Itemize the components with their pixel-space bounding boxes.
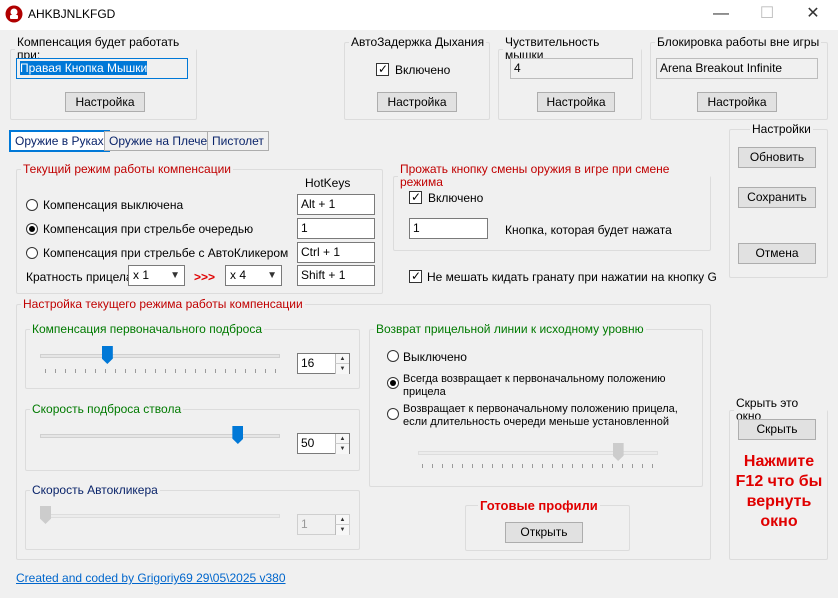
tab-weapon-on-shoulder[interactable]: Оружие на Плече bbox=[104, 131, 213, 151]
autoclicker-speed-track bbox=[40, 514, 280, 518]
refresh-button[interactable]: Обновить bbox=[738, 147, 816, 168]
app-icon bbox=[5, 5, 23, 23]
weapon-switch-label: Включено bbox=[428, 191, 484, 205]
scope-from-select[interactable]: x 1 ▼ bbox=[128, 265, 185, 286]
window-title: AHKBJNLKFGD bbox=[28, 7, 116, 21]
chevron-down-icon: ▼ bbox=[170, 270, 180, 281]
spin-down-icon: ▼ bbox=[335, 525, 349, 535]
scope-multiplier-label: Кратность прицела bbox=[26, 270, 133, 284]
barrel-speed-spinner[interactable]: 50 ▲ ▼ bbox=[297, 433, 350, 454]
mode-off-label: Компенсация выключена bbox=[43, 198, 184, 212]
return-conditional-radio[interactable] bbox=[387, 408, 399, 420]
initial-recoil-spinner[interactable]: 16 ▲ ▼ bbox=[297, 353, 350, 374]
spin-up-icon[interactable]: ▲ bbox=[335, 354, 349, 364]
profiles-legend: Готовые профили bbox=[480, 498, 598, 513]
mode-off-radio[interactable] bbox=[26, 199, 38, 211]
chevron-down-icon: ▼ bbox=[267, 270, 277, 281]
weapon-switch-checkbox[interactable]: ✓ bbox=[409, 190, 422, 204]
close-button[interactable]: ✕ bbox=[790, 0, 836, 30]
compensation-trigger-field[interactable]: Правая Кнопка Мышки bbox=[16, 58, 188, 79]
cancel-button[interactable]: Отмена bbox=[738, 243, 816, 264]
hide-button[interactable]: Скрыть bbox=[738, 419, 816, 440]
settings-legend: Настройки bbox=[752, 122, 811, 136]
hotkeys-header: HotKeys bbox=[305, 176, 351, 190]
sensitivity-settings-button[interactable]: Настройка bbox=[537, 92, 615, 112]
weapon-switch-key-label: Кнопка, которая будет нажата bbox=[505, 223, 672, 237]
initial-recoil-track bbox=[40, 354, 280, 358]
auto-breath-settings-button[interactable]: Настройка bbox=[377, 92, 457, 112]
save-button[interactable]: Сохранить bbox=[738, 187, 816, 208]
return-off-label: Выключено bbox=[403, 350, 467, 364]
auto-breath-label: Включено bbox=[395, 63, 451, 77]
return-always-radio[interactable] bbox=[387, 377, 399, 389]
block-outside-game-legend: Блокировка работы вне игры bbox=[657, 35, 820, 49]
return-always-label: Всегда возвращает к первоначальному поло… bbox=[403, 373, 666, 398]
mode-autoclicker-radio[interactable] bbox=[26, 247, 38, 259]
auto-breath-legend: АвтоЗадержка Дыхания bbox=[351, 35, 485, 49]
initial-recoil-legend: Компенсация первоначального подброса bbox=[32, 322, 262, 336]
barrel-speed-legend: Скорость подброса ствола bbox=[32, 402, 182, 416]
return-aim-legend: Возврат прицельной линии к исходному уро… bbox=[376, 322, 644, 336]
autoclicker-speed-value: 1 bbox=[301, 517, 308, 531]
tab-weapon-in-hands[interactable]: Оружие в Руках bbox=[9, 130, 110, 152]
block-outside-game-settings-button[interactable]: Настройка bbox=[697, 92, 777, 112]
weapon-switch-key-input[interactable]: 1 bbox=[409, 218, 488, 239]
mode-autoclicker-hotkey-input[interactable]: Ctrl + 1 bbox=[297, 242, 375, 263]
sensitivity-field[interactable]: 4 bbox=[510, 58, 633, 79]
autoclicker-speed-legend: Скорость Автокликера bbox=[32, 483, 158, 497]
spin-down-icon[interactable]: ▼ bbox=[335, 364, 349, 374]
grenade-checkbox[interactable]: ✓ bbox=[409, 269, 422, 283]
spin-up-icon: ▲ bbox=[335, 515, 349, 525]
initial-recoil-value: 16 bbox=[301, 356, 315, 370]
minimize-button[interactable]: — bbox=[698, 0, 744, 30]
mode-burst-hotkey-input[interactable]: 1 bbox=[297, 218, 375, 239]
credit-link[interactable]: Created and coded by Grigoriy69 29\05\20… bbox=[16, 571, 286, 585]
return-conditional-label: Возвращает к первоначальному положению п… bbox=[403, 403, 678, 428]
scope-hotkey-input[interactable]: Shift + 1 bbox=[297, 265, 375, 286]
compensation-mode-legend: Текущий режим работы компенсации bbox=[23, 162, 232, 176]
return-off-radio[interactable] bbox=[387, 350, 399, 362]
barrel-speed-value: 50 bbox=[301, 436, 315, 450]
spin-up-icon[interactable]: ▲ bbox=[335, 434, 349, 444]
grenade-label: Не мешать кидать гранату при нажатии на … bbox=[427, 270, 717, 284]
mode-autoclicker-label: Компенсация при стрельбе с АвтоКликером bbox=[43, 246, 289, 260]
hotkey-hint: Нажмите F12 что бы вернуть окно bbox=[735, 453, 823, 530]
maximize-button: ☐ bbox=[759, 5, 775, 22]
mode-burst-label: Компенсация при стрельбе очередью bbox=[43, 222, 254, 236]
auto-breath-checkbox[interactable]: ✓ bbox=[376, 62, 389, 76]
weapon-switch-legend: Прожать кнопку смены оружия в игре при с… bbox=[400, 162, 670, 189]
autoclicker-speed-spinner: 1 ▲ ▼ bbox=[297, 514, 350, 535]
barrel-speed-track bbox=[40, 434, 280, 438]
return-level-ticks bbox=[422, 464, 655, 468]
compensation-trigger-value: Правая Кнопка Мышки bbox=[20, 61, 148, 75]
scope-to-select[interactable]: x 4 ▼ bbox=[225, 265, 282, 286]
scope-arrows: >>> bbox=[194, 270, 216, 284]
scope-to-value: x 4 bbox=[230, 268, 247, 282]
game-name-field[interactable]: Arena Breakout Infinite bbox=[656, 58, 818, 79]
open-profiles-button[interactable]: Открыть bbox=[505, 522, 583, 543]
compensation-tuning-legend: Настройка текущего режима работы компенс… bbox=[23, 297, 303, 311]
initial-recoil-ticks bbox=[45, 369, 276, 373]
mode-burst-radio[interactable] bbox=[26, 223, 38, 235]
compensation-trigger-settings-button[interactable]: Настройка bbox=[65, 92, 145, 112]
spin-down-icon[interactable]: ▼ bbox=[335, 444, 349, 454]
mode-off-hotkey-input[interactable]: Alt + 1 bbox=[297, 194, 375, 215]
tab-pistol[interactable]: Пистолет bbox=[207, 131, 269, 151]
scope-from-value: x 1 bbox=[133, 268, 150, 282]
